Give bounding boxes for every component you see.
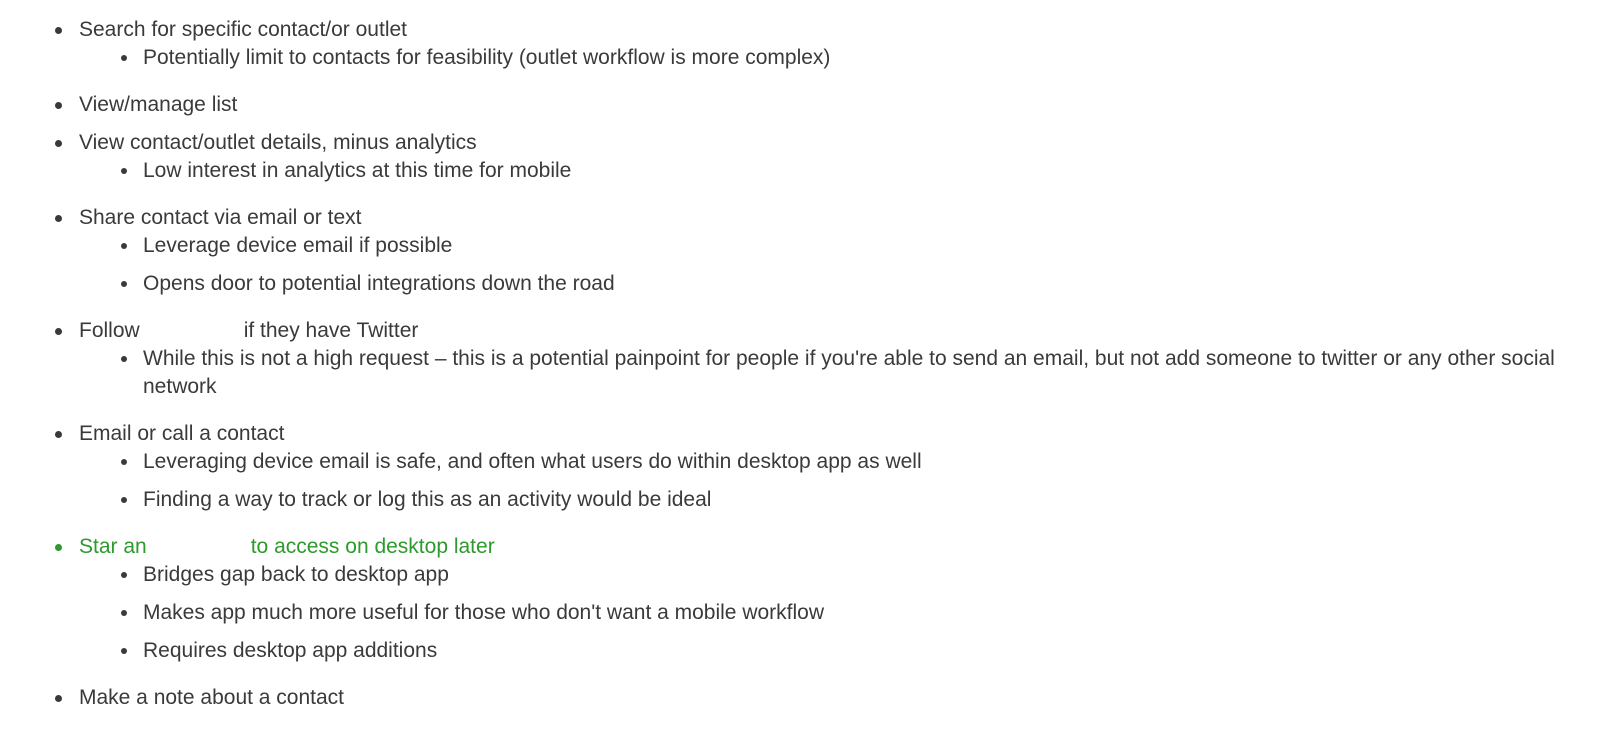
list-item-text: Star an to access on desktop later: [79, 533, 495, 561]
sub-list-item-text: Bridges gap back to desktop app: [143, 563, 449, 586]
list-item-text: Email or call a contact: [79, 422, 285, 445]
bullet-icon: [121, 459, 127, 465]
bullet-icon: [121, 281, 127, 287]
list-item-row: View/manage list: [0, 91, 1599, 119]
list-item-row-highlighted: Star an to access on desktop later: [0, 533, 1599, 561]
list-item-text-after: if they have Twitter: [243, 319, 419, 342]
list-item-row: Email or call a contact: [0, 420, 1599, 448]
list-item-row: View contact/outlet details, minus analy…: [0, 129, 1599, 157]
sub-list-item-text: Leverage device email if possible: [143, 234, 453, 257]
bullet-icon: [55, 544, 62, 551]
bullet-icon: [55, 431, 62, 438]
list-item-text: Make a note about a contact: [79, 686, 345, 709]
bullet-icon: [121, 610, 127, 616]
sub-list-item-text: Leveraging device email is safe, and oft…: [143, 450, 922, 473]
list-item-text-after: to access on desktop later: [250, 535, 495, 558]
sub-list-item-text: Opens door to potential integrations dow…: [143, 272, 615, 295]
sub-list-item-text: Low interest in analytics at this time f…: [143, 159, 572, 182]
list-item-text-before: Follow: [79, 319, 140, 342]
sub-list-item-text: Finding a way to track or log this as an…: [143, 488, 712, 511]
bullet-icon: [121, 243, 127, 249]
list-item-row: Search for specific contact/or outlet: [0, 16, 1599, 44]
bullet-icon: [121, 55, 127, 61]
list-item-row: Follow if they have Twitter: [0, 317, 1599, 345]
list-item-text: View/manage list: [79, 93, 238, 116]
bullet-icon: [121, 356, 127, 362]
document-body: Search for specific contact/or outlet Po…: [0, 0, 1599, 740]
sub-list-item-text: Makes app much more useful for those who…: [143, 601, 825, 624]
sub-list-item-text: Requires desktop app additions: [143, 639, 438, 662]
list-item-text: Share contact via email or text: [79, 206, 362, 229]
list-item-row: Share contact via email or text: [0, 204, 1599, 232]
bullet-icon: [55, 102, 62, 109]
bullet-icon: [55, 215, 62, 222]
sub-list-item-text: While this is not a high request – this …: [143, 347, 1555, 398]
bullet-icon: [121, 572, 127, 578]
list-item-row: Make a note about a contact: [0, 684, 1599, 712]
list-item-text: Follow if they have Twitter: [79, 317, 418, 345]
sub-list-item-text: Potentially limit to contacts for feasib…: [143, 46, 831, 69]
list-item-text: Search for specific contact/or outlet: [79, 18, 407, 41]
bullet-icon: [121, 648, 127, 654]
list-item-text: View contact/outlet details, minus analy…: [79, 131, 477, 154]
bullet-icon: [55, 695, 62, 702]
bullet-icon: [121, 497, 127, 503]
list-item-text-before: Star an: [79, 535, 147, 558]
bullet-icon: [55, 27, 62, 34]
bullet-icon: [55, 140, 62, 147]
bullet-icon: [55, 328, 62, 335]
bullet-icon: [121, 168, 127, 174]
